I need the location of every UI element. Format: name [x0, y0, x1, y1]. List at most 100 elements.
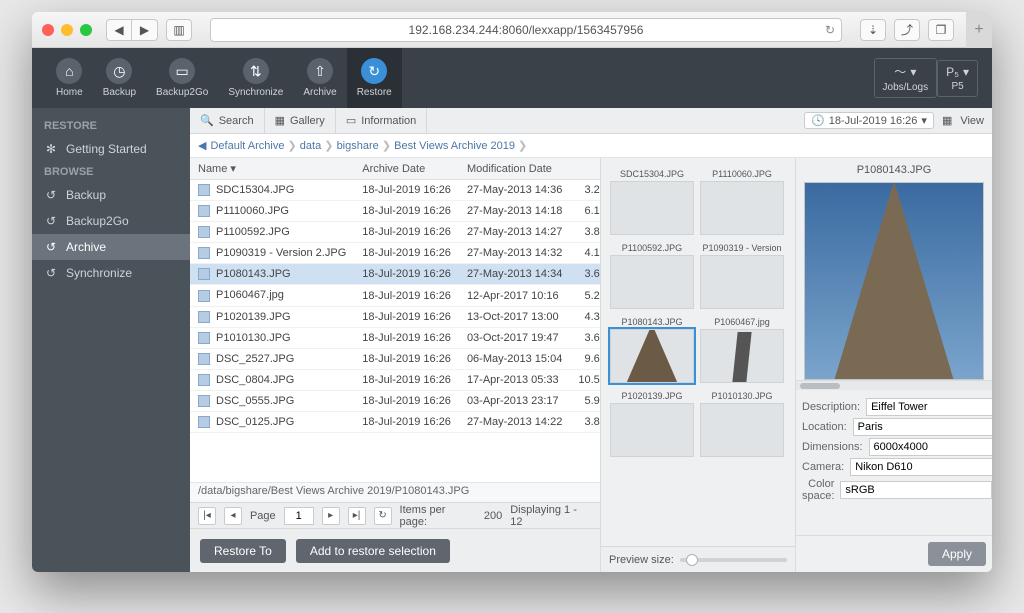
sidebar-item-backup2go[interactable]: ↺Backup2Go: [32, 208, 190, 234]
table-row[interactable]: P1090319 - Version 2.JPG18-Jul-2019 16:2…: [190, 243, 600, 264]
sidebar-toggle-button[interactable]: ▥: [166, 19, 192, 41]
thumbnail[interactable]: P1060467.jpg: [700, 315, 784, 383]
chevron-down-icon: ▾: [963, 65, 969, 79]
file-icon: [198, 247, 210, 259]
chevron-right-icon: ❯: [515, 140, 527, 152]
thumbnail[interactable]: P1080143.JPG: [610, 315, 694, 383]
window-controls: [42, 24, 92, 36]
restore-to-button[interactable]: Restore To: [200, 539, 286, 563]
preview-size-slider[interactable]: [680, 558, 787, 562]
reload-icon[interactable]: ↻: [825, 23, 835, 37]
sidebar-item-synchronize[interactable]: ↺Synchronize: [32, 260, 190, 286]
nav-synchronize[interactable]: ⇅Synchronize: [218, 48, 293, 108]
toolbar-tab-information[interactable]: ▭Information: [336, 108, 427, 133]
toolbar-tab-gallery[interactable]: ▦Gallery: [265, 108, 336, 133]
table-row[interactable]: P1100592.JPG18-Jul-2019 16:2627-May-2013…: [190, 222, 600, 243]
thumbnail[interactable]: SDC15304.JPG: [610, 167, 694, 235]
property-row: Dimensions:: [802, 438, 986, 456]
table-row[interactable]: P1080143.JPG18-Jul-2019 16:2627-May-2013…: [190, 264, 600, 285]
breadcrumb-seg[interactable]: bigshare: [337, 140, 379, 152]
breadcrumb: ◀ Default Archive ❯ data ❯ bigshare ❯ Be…: [190, 134, 992, 158]
table-row[interactable]: DSC_0125.JPG18-Jul-2019 16:2627-May-2013…: [190, 412, 600, 433]
nav-home[interactable]: ⌂Home: [46, 48, 93, 108]
detail-panel: P1080143.JPG Description:Location:Dimens…: [795, 158, 992, 572]
thumbnail[interactable]: P1020139.JPG: [610, 389, 694, 457]
arrow-icon: ↺: [44, 188, 58, 202]
breadcrumb-back-icon[interactable]: ◀: [198, 139, 206, 152]
col-archive-date[interactable]: Archive Date: [354, 158, 459, 180]
header-p5[interactable]: P₅▾P5: [937, 60, 978, 97]
grid-view-icon[interactable]: ▦: [942, 114, 952, 127]
download-button[interactable]: ⇣: [860, 19, 886, 41]
add-to-selection-button[interactable]: Add to restore selection: [296, 539, 450, 563]
file-icon: [198, 268, 210, 280]
property-input[interactable]: [869, 438, 992, 456]
toolbar-tab-search[interactable]: 🔍Search: [190, 108, 265, 133]
display-range: Displaying 1 - 12: [510, 504, 592, 528]
table-row[interactable]: P1020139.JPG18-Jul-2019 16:2613-Oct-2017…: [190, 306, 600, 327]
table-row[interactable]: DSC_0555.JPG18-Jul-2019 16:2603-Apr-2013…: [190, 390, 600, 411]
table-row[interactable]: DSC_2527.JPG18-Jul-2019 16:2606-May-2013…: [190, 348, 600, 369]
thumbnail-image: [700, 329, 784, 383]
table-row[interactable]: P1010130.JPG18-Jul-2019 16:2603-Oct-2017…: [190, 327, 600, 348]
thumbnail[interactable]: P1010130.JPG: [700, 389, 784, 457]
page-prev-button[interactable]: ◂: [224, 507, 242, 525]
nav-restore[interactable]: ↻Restore: [347, 48, 402, 108]
tabs-button[interactable]: ❐: [928, 19, 954, 41]
forward-button[interactable]: ▶: [132, 19, 158, 41]
back-button[interactable]: ◀: [106, 19, 132, 41]
archive-date-picker[interactable]: 🕓 18-Jul-2019 16:26 ▾: [804, 112, 934, 129]
path-bar: /data/bigshare/Best Views Archive 2019/P…: [190, 482, 600, 502]
table-row[interactable]: SDC15304.JPG18-Jul-2019 16:2627-May-2013…: [190, 180, 600, 201]
sidebar-item-backup[interactable]: ↺Backup: [32, 182, 190, 208]
thumbnail-image: [700, 403, 784, 457]
breadcrumb-seg[interactable]: data: [300, 140, 321, 152]
p5-icon: P₅: [946, 65, 959, 79]
share-button[interactable]: ⤴: [894, 19, 920, 41]
thumbnail[interactable]: P1090319 - Version: [700, 241, 784, 309]
thumbnail[interactable]: P1110060.JPG: [700, 167, 784, 235]
table-row[interactable]: P1060467.jpg18-Jul-2019 16:2612-Apr-2017…: [190, 285, 600, 306]
col-modification-date[interactable]: Modification Date: [459, 158, 570, 180]
search-icon: 🔍: [200, 114, 214, 127]
file-table-scroll[interactable]: Name ▾Archive DateModification DateSize …: [190, 158, 600, 482]
file-icon: [198, 226, 210, 238]
property-input[interactable]: [850, 458, 992, 476]
thumbnail[interactable]: P1100592.JPG: [610, 241, 694, 309]
file-icon: [198, 205, 210, 217]
col-name[interactable]: Name ▾: [190, 158, 354, 180]
page-next-button[interactable]: ▸: [322, 507, 340, 525]
nav-backup[interactable]: ◷Backup: [93, 48, 146, 108]
property-row: Color space:: [802, 478, 986, 502]
nav-backup2go[interactable]: ▭Backup2Go: [146, 48, 218, 108]
col-size[interactable]: Size: [570, 158, 600, 180]
page-refresh-button[interactable]: ↻: [374, 507, 392, 525]
page-last-button[interactable]: ▸|: [348, 507, 366, 525]
minimize-window-icon[interactable]: [61, 24, 73, 36]
property-input[interactable]: [853, 418, 992, 436]
apply-button[interactable]: Apply: [928, 542, 986, 566]
table-row[interactable]: P1110060.JPG18-Jul-2019 16:2627-May-2013…: [190, 201, 600, 222]
sidebar-item-archive[interactable]: ↺Archive: [32, 234, 190, 260]
app-header: ⌂Home◷Backup▭Backup2Go⇅Synchronize⇧Archi…: [32, 48, 992, 108]
archive-icon: ⇧: [307, 58, 333, 84]
address-bar[interactable]: 192.168.234.244:8060/lexxapp/1563457956 …: [210, 18, 842, 42]
nav-archive[interactable]: ⇧Archive: [293, 48, 346, 108]
breadcrumb-seg[interactable]: Default Archive: [210, 140, 284, 152]
breadcrumb-seg[interactable]: Best Views Archive 2019: [394, 140, 515, 152]
header-jobs-logs[interactable]: 〜▾Jobs/Logs: [874, 58, 938, 98]
page-first-button[interactable]: |◂: [198, 507, 216, 525]
table-row[interactable]: DSC_0804.JPG18-Jul-2019 16:2617-Apr-2013…: [190, 369, 600, 390]
new-tab-button[interactable]: +: [966, 12, 992, 48]
property-input[interactable]: [866, 398, 992, 416]
detail-scrollbar[interactable]: [796, 380, 992, 390]
app-body: RESTORE ✻ Getting Started BROWSE ↺Backup…: [32, 108, 992, 572]
page-input[interactable]: [284, 507, 314, 525]
close-window-icon[interactable]: [42, 24, 54, 36]
thumbnail-image: [610, 181, 694, 235]
thumbnail-grid[interactable]: SDC15304.JPGP1110060.JPGP1100592.JPGP109…: [601, 158, 796, 546]
maximize-window-icon[interactable]: [80, 24, 92, 36]
property-input[interactable]: [840, 481, 992, 499]
sidebar-getting-started[interactable]: ✻ Getting Started: [32, 136, 190, 162]
arrow-icon: ↺: [44, 214, 58, 228]
